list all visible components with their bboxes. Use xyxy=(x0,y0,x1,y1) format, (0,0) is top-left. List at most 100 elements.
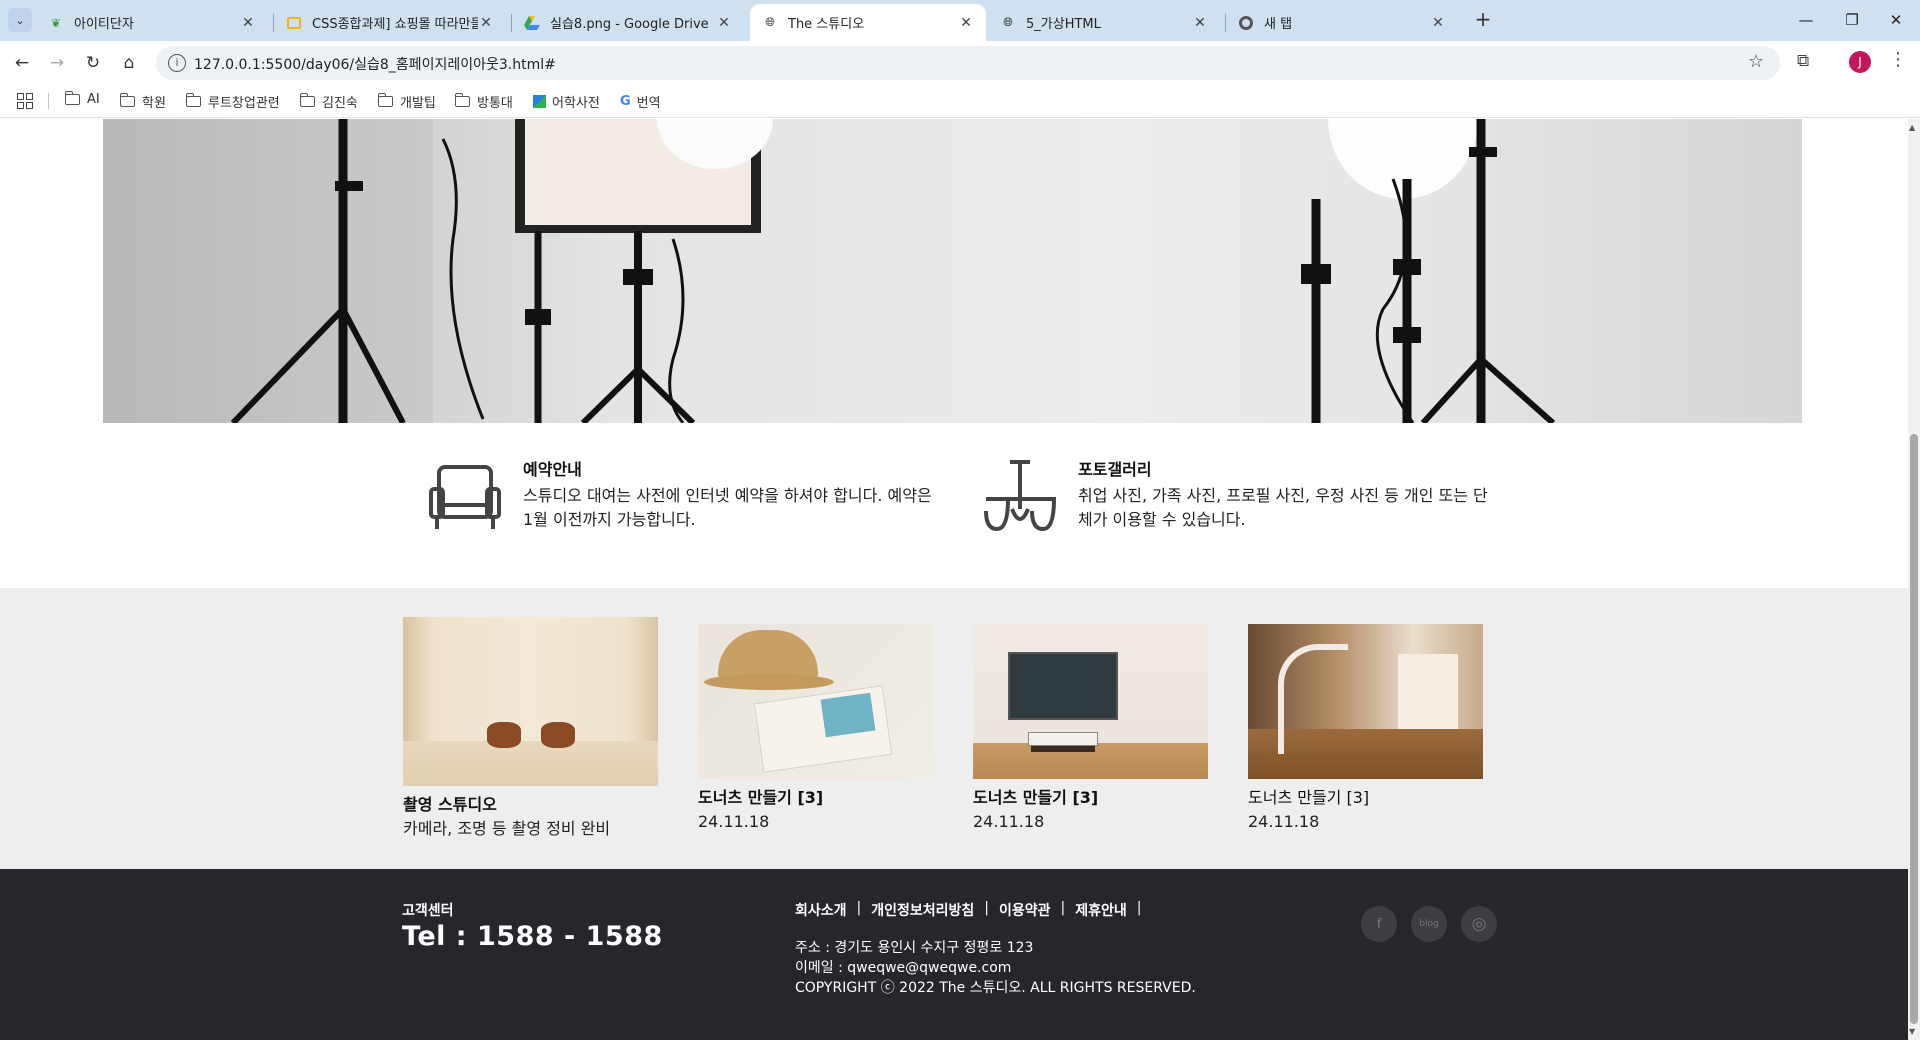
tab-title: 새 탭 xyxy=(1264,17,1293,32)
close-icon[interactable]: ✕ xyxy=(240,15,256,31)
tab-the-studio[interactable]: 🌐︎ The 스튜디오 ✕ xyxy=(750,4,986,41)
bookmark-translate[interactable]: G 번역 xyxy=(620,92,661,111)
info-title: 예약안내 xyxy=(523,460,582,479)
gallery-image-studio[interactable] xyxy=(403,617,658,786)
scroll-up-arrow-icon[interactable]: ▲ xyxy=(1909,123,1915,132)
reload-button[interactable]: ↻ xyxy=(81,51,105,75)
profile-avatar[interactable]: J xyxy=(1849,51,1871,73)
info-text: 취업 사진, 가족 사진, 프로필 사진, 우정 사진 등 개인 또는 단체가 … xyxy=(1078,486,1488,529)
tab-itdanja[interactable]: ❦ 아이티단자 ✕ xyxy=(36,4,268,41)
url-text[interactable]: 127.0.0.1:5500/day06/실습8_홈페이지레이아웃3.html# xyxy=(194,54,556,74)
info-photo-gallery: 포토갤러리 취업 사진, 가족 사진, 프로필 사진, 우정 사진 등 개인 또… xyxy=(982,459,1488,535)
footer-link-privacy[interactable]: 개인정보처리방침 xyxy=(871,900,974,920)
apps-grid-icon[interactable] xyxy=(17,93,33,109)
gallery-card-title: 도너츠 만들기 [3] xyxy=(973,788,1099,807)
tab-google-drive[interactable]: 실습8.png - Google Drive ✕ xyxy=(512,4,744,41)
scroll-down-arrow-icon[interactable]: ▼ xyxy=(1909,1027,1915,1036)
folder-icon xyxy=(64,91,80,105)
gallery-card-subtitle: 24.11.18 xyxy=(698,812,770,831)
tab-title: 실습8.png - Google Drive xyxy=(550,17,709,32)
footer-email: 이메일 : qweqwe@qweqwe.com xyxy=(795,960,1012,976)
menu-dots-icon[interactable]: ⋮ xyxy=(1889,49,1907,70)
footer-nav-separator: | xyxy=(984,900,990,916)
close-icon[interactable]: ✕ xyxy=(478,15,494,31)
footer-nav-separator: | xyxy=(1060,900,1066,916)
bookmark-knou[interactable]: 방통대 xyxy=(454,92,513,111)
slides-icon xyxy=(286,15,302,31)
gallery-card[interactable]: 도너츠 만들기 [3] 24.11.18 xyxy=(698,624,933,834)
site-footer: 고객센터 Tel : 1588 - 1588 회사소개 | 개인정보처리방침 | 이… xyxy=(0,869,1908,1040)
restore-button[interactable]: ❐ xyxy=(1832,6,1872,34)
bookmark-label: 학원 xyxy=(142,96,166,111)
footer-address: 주소 : 경기도 용인시 수지구 정평로 123 xyxy=(795,940,1034,956)
tab-virtual-html[interactable]: 🌐︎ 5_가상HTML ✕ xyxy=(988,4,1220,41)
footer-link-partnership[interactable]: 제휴안내 xyxy=(1075,900,1127,920)
bookmark-label: AI xyxy=(87,92,100,107)
globe-icon: 🌐︎ xyxy=(765,15,775,29)
gallery-image-beach[interactable] xyxy=(698,624,933,779)
close-icon[interactable]: ✕ xyxy=(1192,15,1208,31)
instagram-icon[interactable]: ◎ xyxy=(1461,906,1497,942)
bookmark-devtips[interactable]: 개발팁 xyxy=(377,92,436,111)
bookmark-label: 개발팁 xyxy=(400,96,436,111)
folder-icon xyxy=(377,93,393,107)
folder-icon xyxy=(119,93,135,107)
gallery-image-staircase[interactable] xyxy=(1248,624,1483,779)
extensions-icon[interactable]: ⧉ xyxy=(1797,51,1809,71)
folder-icon xyxy=(454,93,470,107)
forward-button[interactable]: → xyxy=(45,51,69,75)
bookmark-kimjinsook[interactable]: 김진숙 xyxy=(299,92,358,111)
folder-icon xyxy=(299,93,315,107)
bookmarks-divider xyxy=(48,93,49,109)
gallery-card[interactable]: 도너츠 만들기 [3] 24.11.18 xyxy=(973,624,1208,834)
blog-icon[interactable]: blog xyxy=(1411,906,1447,942)
tab-title: 5_가상HTML xyxy=(1026,17,1101,32)
bookmark-label: 방통대 xyxy=(477,96,513,111)
close-icon[interactable]: ✕ xyxy=(958,15,974,31)
gallery-card-title: 도너츠 만들기 [3] xyxy=(1248,788,1370,807)
page-scrollbar[interactable]: ▲ ▼ xyxy=(1908,119,1920,1040)
gallery-card[interactable]: 촬영 스튜디오 카메라, 조명 등 촬영 정비 완비 xyxy=(403,617,658,841)
customer-center-label: 고객센터 xyxy=(402,903,454,919)
footer-link-company[interactable]: 회사소개 xyxy=(795,900,847,920)
new-tab-button[interactable]: + xyxy=(1470,8,1496,32)
minimize-button[interactable]: — xyxy=(1786,6,1826,34)
footer-nav: 회사소개 | 개인정보처리방침 | 이용약관 | 제휴안내 | xyxy=(795,900,1152,920)
tab-new-tab[interactable]: 새 탭 ✕ xyxy=(1226,4,1458,41)
bookmark-dictionary[interactable]: 어학사전 xyxy=(533,92,600,111)
bookmark-label: 어학사전 xyxy=(552,96,600,111)
gallery-card-title: 촬영 스튜디오 xyxy=(403,795,497,814)
gallery-image-room[interactable] xyxy=(973,624,1208,779)
bookmark-ai[interactable]: AI xyxy=(64,91,100,107)
footer-link-terms[interactable]: 이용약관 xyxy=(999,900,1051,920)
close-window-button[interactable]: ✕ xyxy=(1876,6,1916,34)
studio-lights-illustration xyxy=(230,119,1555,423)
info-text: 스튜디오 대여는 사전에 인터넷 예약을 하셔야 합니다. 예약은 1월 이전까… xyxy=(523,486,932,529)
site-info-icon[interactable]: i xyxy=(168,54,186,72)
scrollbar-thumb[interactable] xyxy=(1910,434,1918,1024)
browser-toolbar: ← → ↻ ⌂ i 127.0.0.1:5500/day06/실습8_홈페이지레… xyxy=(0,41,1920,84)
home-button[interactable]: ⌂ xyxy=(117,51,141,75)
back-button[interactable]: ← xyxy=(10,51,34,75)
chrome-icon xyxy=(1238,15,1254,31)
google-drive-icon xyxy=(524,15,540,31)
tab-css-assignment[interactable]: CSS종합과제] 쇼핑몰 따라만들 ✕ xyxy=(274,4,506,41)
tab-search-button[interactable]: ⌄ xyxy=(8,8,32,32)
facebook-icon[interactable]: f xyxy=(1361,906,1397,942)
tab-title: 아이티단자 xyxy=(74,17,134,32)
bookmark-label: 김진숙 xyxy=(322,96,358,111)
footer-company-info: 주소 : 경기도 용인시 수지구 정평로 123 이메일 : qweqwe@qw… xyxy=(795,938,1196,998)
close-icon[interactable]: ✕ xyxy=(716,15,732,31)
folder-icon xyxy=(185,93,201,107)
address-bar[interactable]: i 127.0.0.1:5500/day06/실습8_홈페이지레이아웃3.htm… xyxy=(156,46,1780,80)
info-reservation: 예약안내 스튜디오 대여는 사전에 인터넷 예약을 하셔야 합니다. 예약은 1… xyxy=(427,459,933,535)
page-viewport: 예약안내 스튜디오 대여는 사전에 인터넷 예약을 하셔야 합니다. 예약은 1… xyxy=(0,119,1908,1040)
bookmark-startup[interactable]: 루트창업관련 xyxy=(185,92,280,111)
close-icon[interactable]: ✕ xyxy=(1430,15,1446,31)
gallery-card[interactable]: 도너츠 만들기 [3] 24.11.18 xyxy=(1248,624,1483,834)
bookmark-academy[interactable]: 학원 xyxy=(119,92,166,111)
info-title: 포토갤러리 xyxy=(1078,460,1152,479)
chevron-down-icon: ⌄ xyxy=(15,13,25,27)
bookmarks-bar: AI 학원 루트창업관련 김진숙 개발팁 방통대 어학사전 G 번역 xyxy=(0,84,1920,118)
bookmark-star-icon[interactable]: ☆ xyxy=(1748,51,1764,72)
